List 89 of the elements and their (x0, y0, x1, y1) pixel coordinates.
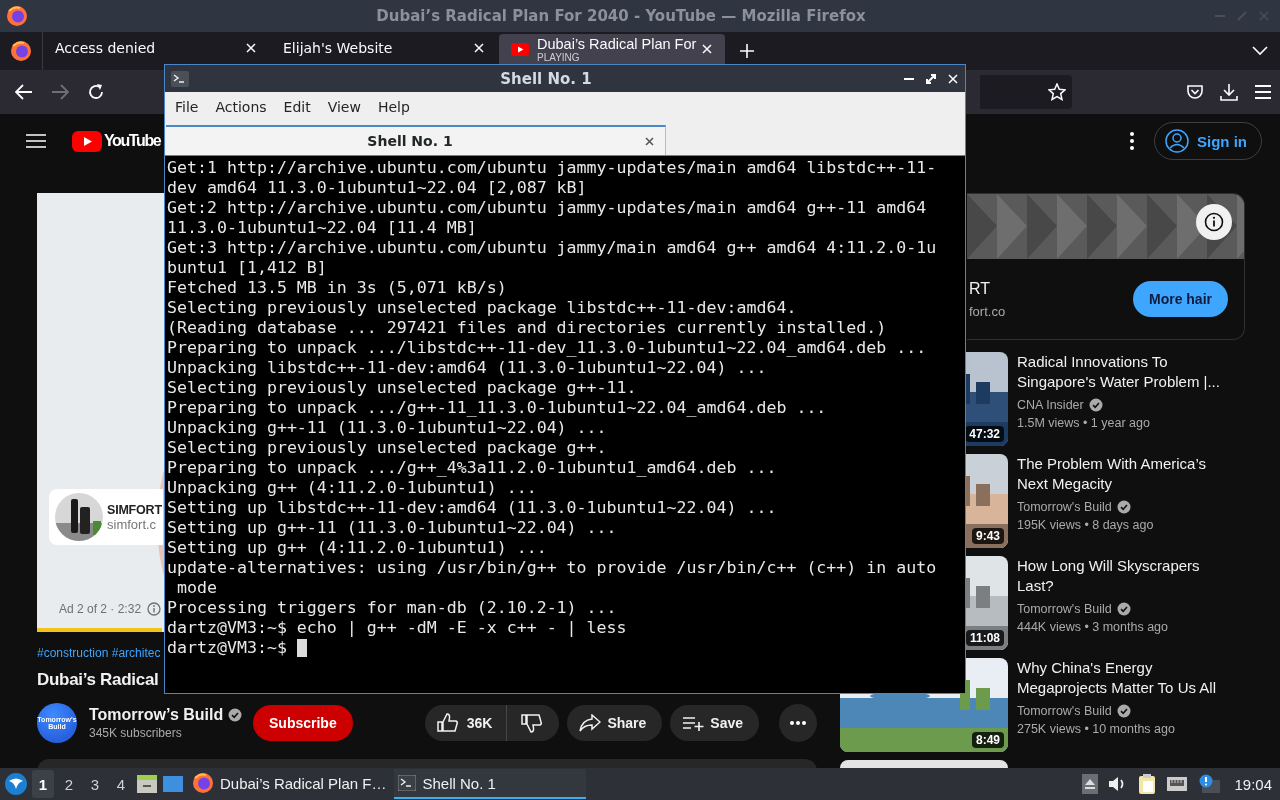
terminal-line: dev amd64 11.3.0-1ubuntu1~22.04 [2,087 kB] (167, 178, 587, 198)
window-title: Shell No. 1 (499, 69, 593, 88)
workspace-button[interactable]: 3 (84, 770, 106, 798)
eject-icon[interactable] (1082, 774, 1099, 794)
tab[interactable]: Access denied (43, 32, 269, 64)
terminal-icon (398, 775, 417, 791)
file-manager-icon[interactable] (136, 774, 158, 794)
subscribe-button[interactable]: Subscribe (253, 705, 353, 741)
thumbs-up-icon (436, 713, 459, 733)
channel-name: Tomorrow's Build (1017, 601, 1112, 618)
tab-label: Shell No. 1 (366, 133, 454, 149)
taskbar-task[interactable]: Dubai’s Radical Plan F… (188, 769, 391, 799)
video-duration: 47:32 (965, 426, 1004, 442)
info-icon (1204, 212, 1224, 232)
firefox-icon[interactable] (10, 40, 32, 62)
firefox-icon (192, 772, 214, 794)
terminal-line: dartz@VM3:~$ (167, 638, 287, 658)
menu-item[interactable]: File (175, 99, 199, 115)
video-title[interactable]: The Problem With America’s Next Megacity (1017, 454, 1237, 494)
tab-label: Elijah's Website (283, 40, 394, 56)
clock[interactable]: 19:04 (1234, 775, 1272, 793)
video-duration: 8:49 (971, 732, 1004, 748)
menu-item[interactable]: Help (377, 99, 410, 115)
taskbar-task[interactable]: Shell No. 1 (394, 769, 587, 799)
text-cursor (296, 639, 307, 657)
tab-label: Access denied (55, 40, 157, 56)
share-arrow-icon (579, 714, 602, 732)
menu-icon[interactable] (1254, 84, 1272, 100)
share-button[interactable]: Share (567, 705, 663, 741)
ad-card[interactable]: RT fort.co More hair (967, 193, 1245, 340)
video-meta: 1.5M views • 1 year ago (1017, 415, 1151, 432)
close-icon[interactable] (644, 135, 655, 147)
channel-name: Tomorrow's Build (1017, 499, 1112, 516)
more-icon[interactable] (1130, 132, 1134, 150)
save-button[interactable]: Save (670, 705, 759, 741)
video-title: Dubai’s Radical (37, 669, 159, 691)
plus-icon[interactable] (740, 44, 754, 58)
back-arrow-icon[interactable] (15, 84, 33, 100)
network-icon[interactable] (1166, 775, 1189, 793)
tab[interactable]: Shell No. 1 (166, 125, 666, 155)
video-meta: 195K views • 8 days ago (1017, 517, 1155, 534)
ad-url: fort.co (969, 303, 1006, 319)
desktop-icon[interactable] (162, 774, 184, 794)
firefox-icon (6, 5, 28, 27)
add-to-list-icon (682, 715, 705, 731)
more-button[interactable] (779, 704, 817, 742)
bookmark-star-icon[interactable] (1048, 83, 1066, 101)
video-icon (511, 42, 529, 56)
cta-button[interactable]: More hair (1133, 281, 1228, 317)
address-bar[interactable] (980, 75, 1072, 109)
menu-item[interactable]: View (327, 99, 361, 115)
menu-icon[interactable] (26, 133, 46, 149)
channel-name: CNA Insider (1017, 397, 1084, 414)
video-title[interactable]: How Long Will Skyscrapers Last? (1017, 556, 1237, 596)
logo-text: YouTube (104, 132, 161, 150)
logo-icon (72, 130, 102, 152)
video-title[interactable]: Why China's Energy Megaprojects Matter To Us All (1017, 658, 1237, 698)
video-title[interactable]: Radical Innovations To Singapore's Water Problem |... (1017, 352, 1237, 392)
hashtags: #construction #architec (37, 645, 161, 661)
video-duration: 9:43 (971, 528, 1004, 544)
ad-name: RT (969, 279, 992, 298)
channel-name[interactable]: Tomorrow’s Build (89, 706, 224, 724)
video-meta: 444K views • 3 months ago (1017, 619, 1169, 636)
tab-status: PLAYING (537, 51, 581, 63)
reload-icon[interactable] (87, 83, 105, 101)
download-icon[interactable] (1220, 83, 1238, 101)
workspace-button[interactable]: 2 (58, 770, 80, 798)
account-icon (1165, 129, 1189, 153)
clipboard-icon[interactable] (1138, 773, 1157, 795)
terminal-icon (171, 70, 189, 87)
video-duration: 11:08 (965, 630, 1004, 646)
tab[interactable]: Dubai’s Radical Plan For PLAYING (499, 34, 725, 64)
subscriber-count: 345K subscribers (89, 726, 183, 740)
like-button[interactable]: 36K (424, 705, 508, 741)
menu-item[interactable]: Edit (283, 99, 311, 115)
channel-name: Tomorrow's Build (1017, 703, 1112, 720)
workspace-button[interactable]: 1 (32, 770, 54, 798)
terminal-line: Get:1 http://archive.ubuntu.com/ubuntu jammy-updates/main amd64 libstdc++-11- (167, 158, 937, 178)
workspace-button[interactable]: 4 (110, 770, 132, 798)
thumbs-down-icon (521, 713, 544, 733)
start-menu-icon[interactable] (4, 772, 28, 796)
tab[interactable]: Elijah's Website (271, 32, 497, 64)
notification-icon[interactable] (1198, 774, 1221, 794)
video-meta: 275K views • 10 months ago (1017, 721, 1176, 738)
pocket-icon[interactable] (1186, 83, 1204, 101)
window-title: Dubai’s Radical Plan For 2040 - YouTube — Mozilla Firefox (375, 7, 867, 25)
more-icon (790, 721, 806, 725)
chevron-down-icon[interactable] (1252, 46, 1268, 56)
menu-item[interactable]: Actions (215, 99, 267, 115)
